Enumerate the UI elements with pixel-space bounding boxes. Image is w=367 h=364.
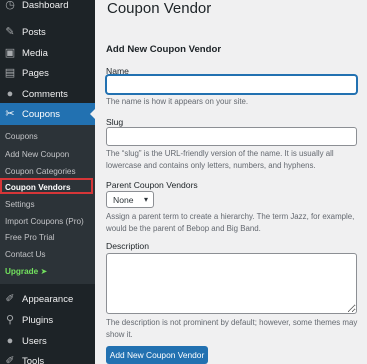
slug-help: The “slug” is the URL-friendly version o… xyxy=(106,149,334,170)
menu-media[interactable]: ▣ Media xyxy=(0,42,95,64)
plugin-icon: ⚲ xyxy=(5,313,15,326)
parent-help: Assign a parent term to create a hierarc… xyxy=(106,212,355,233)
main-content: Coupon Vendor Add New Coupon Vendor Name… xyxy=(95,0,367,364)
slug-input[interactable] xyxy=(106,127,357,146)
description-help: The description is not prominent by defa… xyxy=(106,318,358,339)
menu-appearance-label: Appearance xyxy=(22,293,74,305)
menu-comments-label: Comments xyxy=(22,88,68,100)
menu-coupons-label: Coupons xyxy=(22,108,61,120)
menu-tools[interactable]: ✐ Tools xyxy=(0,350,95,364)
media-icon: ▣ xyxy=(4,46,16,59)
submenu-settings[interactable]: Settings xyxy=(5,200,35,209)
form-title: Add New Coupon Vendor xyxy=(106,44,222,55)
chevron-down-icon: ▾ xyxy=(143,195,148,204)
menu-appearance[interactable]: ✐ Appearance xyxy=(0,288,95,310)
parent-label: Parent Coupon Vendors xyxy=(106,180,198,190)
name-input[interactable] xyxy=(106,75,357,94)
parent-select-value: None xyxy=(113,194,134,205)
paintbrush-icon: ✐ xyxy=(5,292,15,305)
menu-coupons[interactable]: ✂ Coupons xyxy=(0,103,95,125)
menu-media-label: Media xyxy=(22,47,48,59)
name-help: The name is how it appears on your site. xyxy=(106,97,249,106)
menu-plugins[interactable]: ⚲ Plugins xyxy=(0,309,95,331)
description-textarea[interactable] xyxy=(106,253,357,314)
slug-label: Slug xyxy=(106,117,124,127)
dashboard-icon: ◷ xyxy=(5,0,15,11)
submenu-free-pro-trial[interactable]: Free Pro Trial xyxy=(5,233,55,242)
submenu-contact-us[interactable]: Contact Us xyxy=(5,250,46,259)
submenu-import-coupons[interactable]: Import Coupons (Pro) xyxy=(5,217,84,226)
menu-users-label: Users xyxy=(22,335,47,347)
submenu-coupon-categories[interactable]: Coupon Categories xyxy=(5,167,76,176)
highlight-box xyxy=(0,178,93,194)
menu-pages-label: Pages xyxy=(22,67,49,79)
menu-posts[interactable]: ✎ Posts xyxy=(0,21,95,43)
admin-sidebar: ◷ Dashboard ✎ Posts ▣ Media ▤ Pages ● Co… xyxy=(0,0,95,364)
pushpin-icon: ✎ xyxy=(5,25,15,38)
description-label: Description xyxy=(106,241,149,251)
menu-users[interactable]: ● Users xyxy=(0,330,95,352)
submenu-upgrade[interactable]: Upgrade ➤ xyxy=(5,266,47,276)
page-title: Coupon Vendor xyxy=(107,0,212,17)
comment-icon: ● xyxy=(6,87,14,100)
menu-pages[interactable]: ▤ Pages xyxy=(0,62,95,84)
users-icon: ● xyxy=(6,334,14,347)
pages-icon: ▤ xyxy=(4,66,16,79)
wrench-icon: ✐ xyxy=(5,354,15,364)
scissors-icon: ✂ xyxy=(5,107,15,120)
menu-dashboard-label: Dashboard xyxy=(22,0,69,11)
menu-posts-label: Posts xyxy=(22,26,46,38)
menu-comments[interactable]: ● Comments xyxy=(0,83,95,105)
menu-tools-label: Tools xyxy=(22,355,45,364)
submenu-add-new-coupon[interactable]: Add New Coupon xyxy=(5,150,69,159)
add-new-coupon-vendor-button[interactable]: Add New Coupon Vendor xyxy=(106,346,208,364)
parent-select[interactable]: None ▾ xyxy=(106,191,154,208)
submenu-coupons[interactable]: Coupons xyxy=(5,132,38,141)
menu-dashboard[interactable]: ◷ Dashboard xyxy=(0,0,95,16)
menu-plugins-label: Plugins xyxy=(22,314,54,326)
